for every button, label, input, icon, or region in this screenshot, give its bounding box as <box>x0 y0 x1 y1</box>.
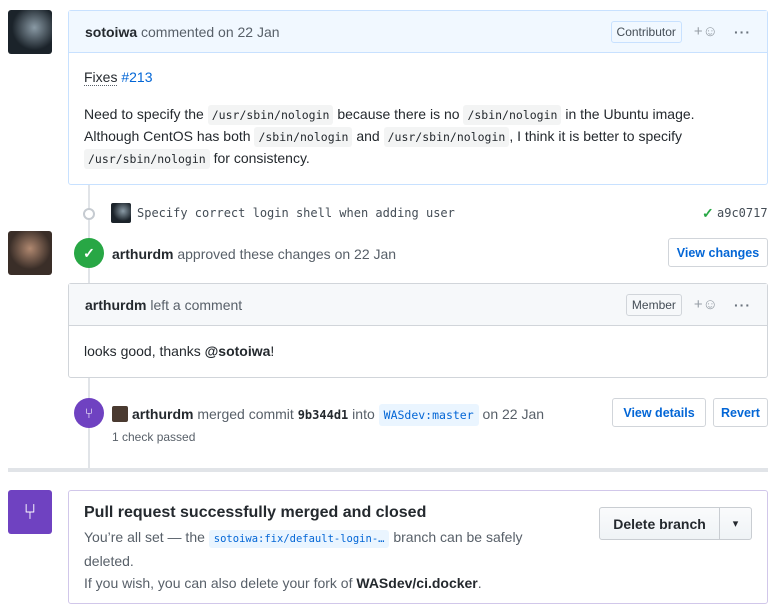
comment-header: sotoiwa commented on 22 Jan Contributor … <box>69 11 767 53</box>
view-changes-button[interactable]: View changes <box>668 238 768 267</box>
comment-action: left a comment <box>150 296 243 313</box>
code: /usr/sbin/nologin <box>383 127 510 147</box>
merge-line: arthurdm merged commit 9b344d1 into WASd… <box>132 404 545 426</box>
code: /sbin/nologin <box>463 105 562 125</box>
delete-branch-group: Delete branch ▾ <box>599 507 752 540</box>
author-link[interactable]: arthurdm <box>85 297 146 313</box>
text: because there is no <box>333 106 464 122</box>
merge-icon: ⑂ <box>74 398 104 428</box>
text: If you wish, you can also delete your fo… <box>84 575 357 591</box>
comment-author-line: arthurdm left a comment <box>85 297 242 313</box>
fork-link[interactable]: WASdev/ci.docker <box>356 575 477 591</box>
text: deleted. <box>84 553 134 569</box>
text: branch can be safely <box>389 529 523 545</box>
approved-check-icon: ✓ <box>74 238 104 268</box>
comment-body: Fixes #213 Need to specify the /usr/sbin… <box>69 53 767 184</box>
comment-author-line: sotoiwa commented on 22 Jan <box>85 24 280 40</box>
more-options-icon[interactable]: ··· <box>734 297 751 313</box>
comment-arthurdm: arthurdm left a comment Member +☺ ··· lo… <box>68 283 768 378</box>
dropdown-caret-icon[interactable]: ▾ <box>720 508 751 539</box>
comment-body: looks good, thanks @sotoiwa! <box>69 326 767 377</box>
commit-hash-link[interactable]: a9c0717 <box>717 206 768 220</box>
mention-link[interactable]: @sotoiwa <box>205 343 271 359</box>
author-link[interactable]: arthurdm <box>112 246 173 262</box>
code: /usr/sbin/nologin <box>207 105 334 125</box>
commit-author-avatar[interactable] <box>111 203 131 223</box>
text: and <box>352 128 384 144</box>
base-branch[interactable]: WASdev:master <box>378 404 479 426</box>
text: in the Ubuntu image. <box>561 106 695 122</box>
add-reaction-icon[interactable]: +☺ <box>694 23 718 40</box>
text: for consistency. <box>209 150 310 166</box>
comment-header: arthurdm left a comment Member +☺ ··· <box>69 284 767 326</box>
text: , I think it is better to specify <box>509 128 683 144</box>
review-action: approved these changes on 22 Jan <box>177 246 397 262</box>
add-reaction-icon[interactable]: +☺ <box>694 296 718 313</box>
text: Although CentOS has both <box>84 128 255 144</box>
merge-author-avatar[interactable] <box>112 406 128 422</box>
commit-message-link[interactable]: Specify correct login shell when adding … <box>137 206 455 220</box>
text: You’re all set — the <box>84 529 209 545</box>
text: merged commit <box>193 406 298 422</box>
more-options-icon[interactable]: ··· <box>734 24 751 40</box>
commit-dot-icon <box>83 208 95 220</box>
comment-sotoiwa: sotoiwa commented on 22 Jan Contributor … <box>68 10 768 185</box>
check-icon[interactable]: ✓ <box>702 205 714 222</box>
merge-commit-link[interactable]: 9b344d1 <box>298 408 349 422</box>
text: looks good, thanks <box>84 343 205 359</box>
issue-link[interactable]: #213 <box>121 69 152 85</box>
code: /sbin/nologin <box>254 127 353 147</box>
avatar-sotoiwa[interactable] <box>8 10 52 54</box>
text: on 22 Jan <box>478 406 545 422</box>
checks-status[interactable]: 1 check passed <box>112 430 195 444</box>
divider <box>8 468 768 472</box>
head-branch[interactable]: sotoiwa:fix/default-login-… <box>208 530 390 548</box>
member-badge: Member <box>625 293 682 316</box>
review-line: arthurdm approved these changes on 22 Ja… <box>112 246 396 262</box>
text: ! <box>270 343 275 359</box>
avatar-arthurdm[interactable] <box>8 231 52 275</box>
text: . <box>477 575 482 591</box>
fixes-text: Fixes <box>84 69 118 86</box>
comment-action: commented on 22 Jan <box>141 23 280 40</box>
code: /usr/sbin/nologin <box>84 149 210 169</box>
contributor-badge: Contributor <box>610 20 682 43</box>
author-link[interactable]: arthurdm <box>132 406 193 422</box>
revert-button[interactable]: Revert <box>713 398 768 427</box>
text: into <box>348 406 379 422</box>
merged-icon: ⑂ <box>8 490 52 534</box>
delete-branch-button[interactable]: Delete branch <box>600 508 720 539</box>
text: Need to specify the <box>84 106 208 122</box>
view-details-button[interactable]: View details <box>612 398 706 427</box>
author-link[interactable]: sotoiwa <box>85 24 137 40</box>
